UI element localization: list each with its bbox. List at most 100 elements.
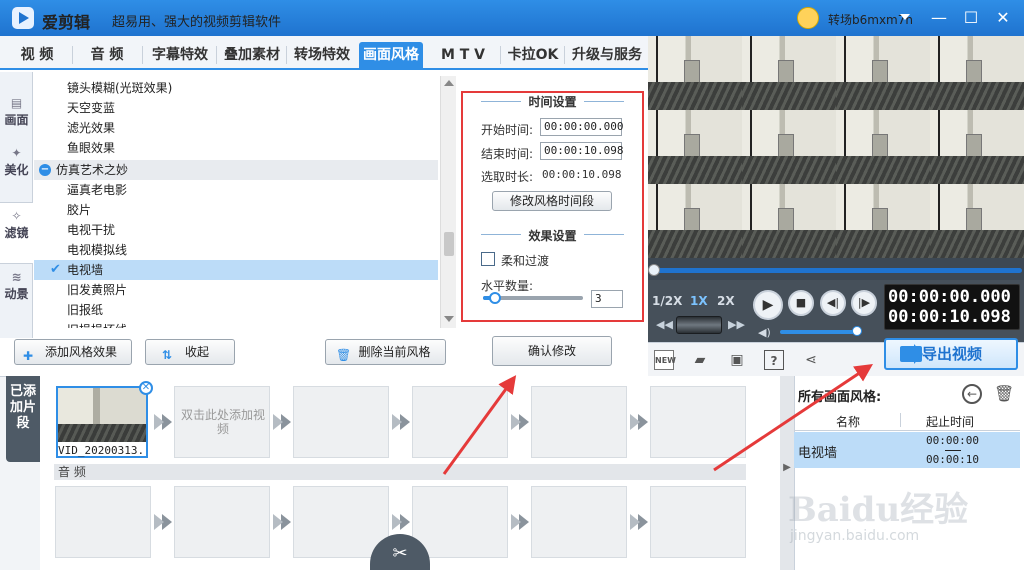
side-tab-picture[interactable]: ▤ 画面 bbox=[0, 96, 33, 128]
start-time-field[interactable]: 00:00:00.000 bbox=[540, 118, 623, 136]
list-item[interactable]: 旧报纸 bbox=[34, 300, 438, 320]
empty-audio-slot[interactable] bbox=[531, 486, 627, 558]
sequence-arrow-icon bbox=[630, 414, 648, 430]
collapse-icon[interactable]: − bbox=[39, 164, 51, 176]
tv-wall-tile bbox=[648, 110, 742, 184]
empty-audio-slot[interactable] bbox=[412, 486, 508, 558]
group-label: 仿真艺术之妙 bbox=[56, 163, 129, 177]
list-item[interactable]: 鱼眼效果 bbox=[34, 138, 438, 158]
collapse-arrows-icon: ⇅ bbox=[162, 348, 173, 362]
list-item[interactable]: 电视干扰 bbox=[34, 220, 438, 240]
back-icon[interactable]: ← bbox=[962, 384, 982, 404]
jog-wheel[interactable] bbox=[676, 316, 722, 334]
list-item[interactable]: 旧发黄照片 bbox=[34, 280, 438, 300]
empty-video-slot[interactable] bbox=[293, 386, 389, 458]
empty-video-slot[interactable] bbox=[531, 386, 627, 458]
side-tab-label: 滤镜 bbox=[4, 226, 29, 240]
app-name: 爱剪辑 bbox=[42, 13, 91, 32]
previous-frame-button[interactable]: ◀| bbox=[820, 290, 846, 316]
speed-1x-button[interactable]: 1X bbox=[690, 294, 708, 308]
remove-clip-icon[interactable]: ✕ bbox=[139, 381, 153, 395]
list-item[interactable]: 天空变蓝 bbox=[34, 98, 438, 118]
list-item-selected[interactable]: ✔ 电视墙 bbox=[34, 260, 438, 280]
playback-progress-bar[interactable] bbox=[656, 268, 1022, 273]
progress-handle[interactable] bbox=[648, 264, 660, 276]
slider-thumb[interactable] bbox=[489, 292, 501, 304]
tab-video[interactable]: 视 频 bbox=[8, 42, 66, 68]
list-item[interactable]: 逼真老电影 bbox=[34, 180, 438, 200]
side-tab-filter[interactable]: ✧ 滤镜 bbox=[0, 202, 33, 264]
soft-transition-checkbox[interactable] bbox=[481, 252, 495, 266]
save-icon[interactable]: ▣ bbox=[727, 350, 747, 370]
list-item[interactable]: 旧损损坏线 bbox=[34, 320, 438, 328]
empty-video-slot[interactable] bbox=[412, 386, 508, 458]
minimize-button[interactable]: — bbox=[929, 8, 949, 28]
video-preview[interactable] bbox=[648, 36, 1024, 258]
list-item[interactable]: 滤光效果 bbox=[34, 118, 438, 138]
tab-karaoke[interactable]: 卡拉OK bbox=[504, 42, 562, 68]
open-folder-icon[interactable]: ▰ bbox=[690, 350, 710, 370]
play-button[interactable]: ▶ bbox=[753, 290, 783, 320]
tab-subtitle-effects[interactable]: 字幕特效 bbox=[146, 42, 214, 68]
add-icon: ✚ bbox=[23, 349, 34, 363]
side-tab-beautify[interactable]: ✦ 美化 bbox=[0, 146, 33, 178]
rewind-icon[interactable]: ◀◀ bbox=[656, 318, 673, 332]
clip-thumbnail-detail bbox=[58, 424, 146, 442]
effect-list: 镜头模糊(光斑效果) 天空变蓝 滤光效果 鱼眼效果 − 仿真艺术之妙 逼真老电影… bbox=[34, 76, 440, 328]
side-tab-motion-scene[interactable]: ≋ 动景 bbox=[0, 270, 33, 302]
maximize-button[interactable]: ☐ bbox=[961, 8, 981, 28]
tab-mtv[interactable]: M T V bbox=[428, 42, 498, 68]
style-end-time: 00:00:10 bbox=[926, 453, 979, 466]
end-time-field[interactable]: 00:00:10.098 bbox=[540, 142, 623, 160]
empty-audio-slot[interactable] bbox=[174, 486, 270, 558]
delete-current-style-button[interactable]: 🗑 删除当前风格 bbox=[325, 339, 446, 365]
list-item[interactable]: 镜头模糊(光斑效果) bbox=[34, 78, 438, 98]
fast-forward-icon[interactable]: ▶▶ bbox=[728, 318, 745, 332]
collapse-button[interactable]: ⇅ 收起 bbox=[145, 339, 235, 365]
chevron-down-icon[interactable] bbox=[900, 14, 910, 20]
clip-name: VID_20200313... bbox=[58, 444, 146, 457]
close-button[interactable]: ✕ bbox=[993, 8, 1013, 28]
new-project-icon[interactable]: NEW bbox=[654, 350, 676, 370]
scroll-thumb[interactable] bbox=[444, 232, 454, 256]
list-item[interactable]: 胶片 bbox=[34, 200, 438, 220]
confirm-modify-button[interactable]: 确认修改 bbox=[492, 336, 612, 366]
sequence-arrow-icon bbox=[392, 414, 410, 430]
volume-icon[interactable]: ◀) bbox=[758, 326, 771, 339]
speed-half-button[interactable]: 1/2X bbox=[652, 294, 682, 308]
list-item[interactable]: 电视模拟线 bbox=[34, 240, 438, 260]
share-icon[interactable]: ⋖ bbox=[801, 350, 821, 370]
side-tab-label: 画面 bbox=[4, 113, 29, 127]
empty-audio-slot[interactable] bbox=[55, 486, 151, 558]
next-frame-button[interactable]: |▶ bbox=[851, 290, 877, 316]
tv-wall-tile bbox=[836, 36, 930, 110]
scroll-up-icon[interactable] bbox=[444, 80, 454, 86]
add-video-hint[interactable]: 双击此处添加视频 bbox=[178, 408, 268, 436]
end-time-label: 结束时间: bbox=[481, 147, 534, 161]
list-scrollbar[interactable] bbox=[440, 76, 456, 328]
add-style-effect-button[interactable]: ✚ 添加风格效果 bbox=[14, 339, 132, 365]
tv-wall-tile bbox=[930, 36, 1024, 110]
tab-overlay-materials[interactable]: 叠加素材 bbox=[218, 42, 286, 68]
tab-upgrade-service[interactable]: 升级与服务 bbox=[568, 42, 646, 68]
tab-transition-effects[interactable]: 转场特效 bbox=[288, 42, 356, 68]
modify-style-time-button[interactable]: 修改风格时间段 bbox=[492, 191, 612, 211]
horizontal-count-field[interactable]: 3 bbox=[591, 290, 623, 308]
tab-picture-style[interactable]: 画面风格 bbox=[359, 42, 423, 68]
stop-button[interactable]: ■ bbox=[788, 290, 814, 316]
trash-icon[interactable]: 🗑 bbox=[994, 384, 1014, 403]
scroll-down-icon[interactable] bbox=[444, 316, 454, 322]
empty-audio-slot[interactable] bbox=[650, 486, 746, 558]
added-clips-tab[interactable]: 已添加片段 bbox=[6, 376, 40, 462]
list-group-header[interactable]: − 仿真艺术之妙 bbox=[34, 160, 438, 180]
tab-audio[interactable]: 音 频 bbox=[78, 42, 136, 68]
tab-divider bbox=[564, 46, 565, 64]
speed-2x-button[interactable]: 2X bbox=[717, 294, 735, 308]
help-icon[interactable]: ? bbox=[764, 350, 784, 370]
empty-video-slot[interactable] bbox=[650, 386, 746, 458]
user-avatar[interactable] bbox=[797, 7, 819, 29]
duration-value: 00:00:10.098 bbox=[542, 168, 622, 181]
sequence-arrow-icon bbox=[273, 414, 291, 430]
volume-handle[interactable] bbox=[851, 326, 862, 336]
volume-slider[interactable] bbox=[780, 330, 858, 334]
